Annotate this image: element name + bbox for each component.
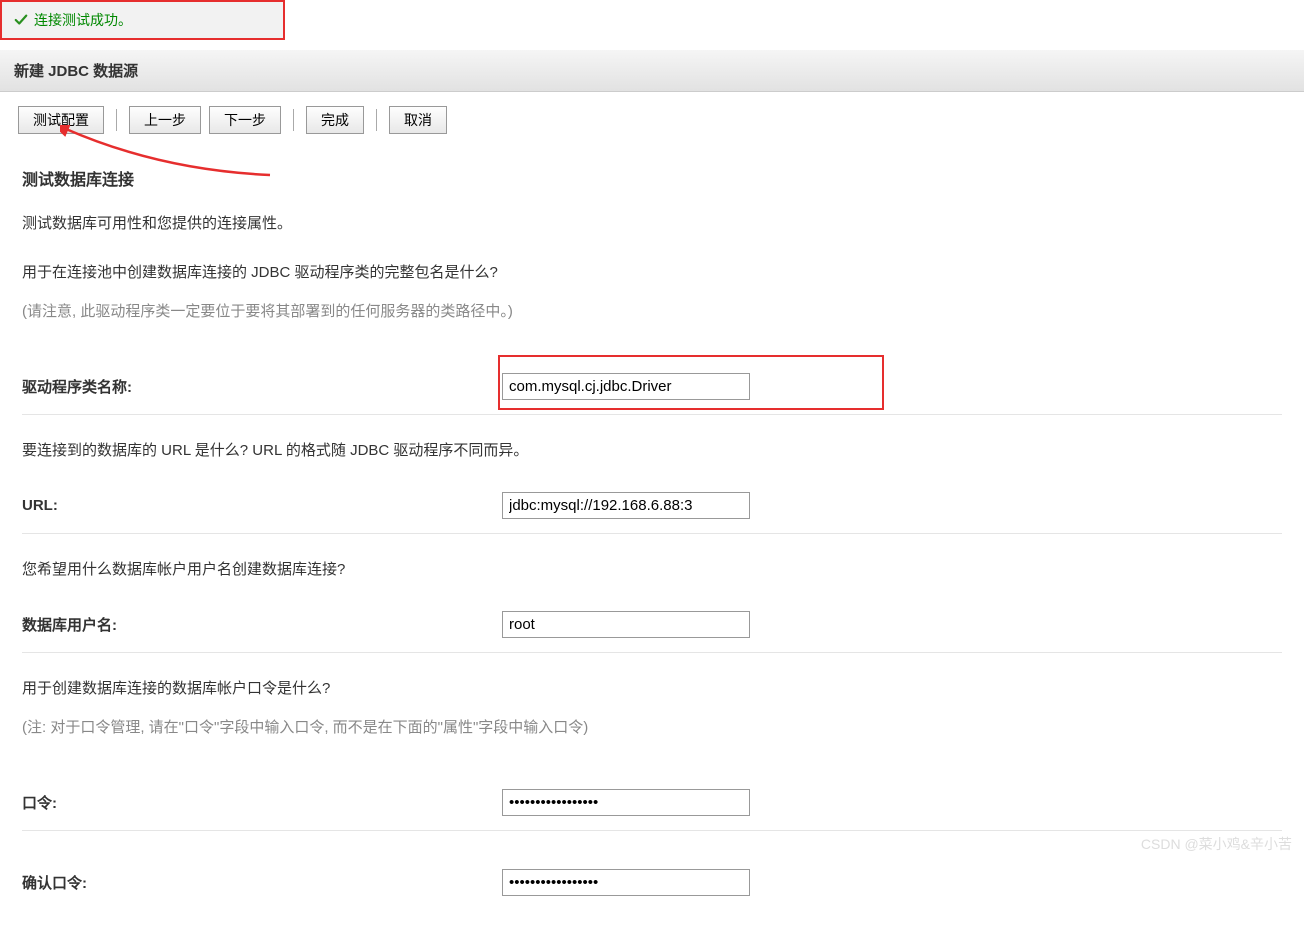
driver-question: 用于在连接池中创建数据库连接的 JDBC 驱动程序类的完整包名是什么?	[22, 261, 1282, 282]
url-label: URL:	[22, 497, 502, 514]
user-question: 您希望用什么数据库帐户用户名创建数据库连接?	[22, 558, 1282, 579]
divider	[293, 109, 294, 131]
pass-note: (注: 对于口令管理, 请在"口令"字段中输入口令, 而不是在下面的"属性"字段…	[22, 716, 1282, 737]
url-question: 要连接到的数据库的 URL 是什么? URL 的格式随 JDBC 驱动程序不同而…	[22, 439, 1282, 460]
driver-field-row: 驱动程序类名称:	[22, 359, 1282, 415]
section-desc: 测试数据库可用性和您提供的连接属性。	[22, 212, 1282, 233]
button-toolbar: 测试配置 上一步 下一步 完成 取消	[0, 92, 1304, 142]
success-message: 连接测试成功。	[34, 10, 132, 30]
password-field-row: 口令:	[22, 775, 1282, 831]
driver-input[interactable]	[502, 373, 750, 400]
divider	[376, 109, 377, 131]
section-heading: 测试数据库连接	[22, 166, 1282, 190]
driver-label: 驱动程序类名称:	[22, 376, 502, 397]
success-banner: 连接测试成功。	[0, 0, 285, 40]
next-button[interactable]: 下一步	[209, 106, 281, 134]
form-content: 测试数据库连接 测试数据库可用性和您提供的连接属性。 用于在连接池中创建数据库连…	[0, 142, 1304, 934]
test-config-button[interactable]: 测试配置	[18, 106, 104, 134]
check-icon	[14, 13, 28, 27]
pass-question: 用于创建数据库连接的数据库帐户口令是什么?	[22, 677, 1282, 698]
prev-button[interactable]: 上一步	[129, 106, 201, 134]
url-field-row: URL:	[22, 478, 1282, 534]
divider	[116, 109, 117, 131]
password-input[interactable]	[502, 789, 750, 816]
page-title: 新建 JDBC 数据源	[0, 50, 1304, 92]
driver-note: (请注意, 此驱动程序类一定要位于要将其部署到的任何服务器的类路径中。)	[22, 300, 1282, 321]
user-label: 数据库用户名:	[22, 614, 502, 635]
user-field-row: 数据库用户名:	[22, 597, 1282, 653]
password-label: 口令:	[22, 792, 502, 813]
password-confirm-input[interactable]	[502, 869, 750, 896]
user-input[interactable]	[502, 611, 750, 638]
password-confirm-label: 确认口令:	[22, 872, 502, 893]
finish-button[interactable]: 完成	[306, 106, 364, 134]
url-input[interactable]	[502, 492, 750, 519]
password-confirm-field-row: 确认口令:	[22, 855, 1282, 910]
cancel-button[interactable]: 取消	[389, 106, 447, 134]
